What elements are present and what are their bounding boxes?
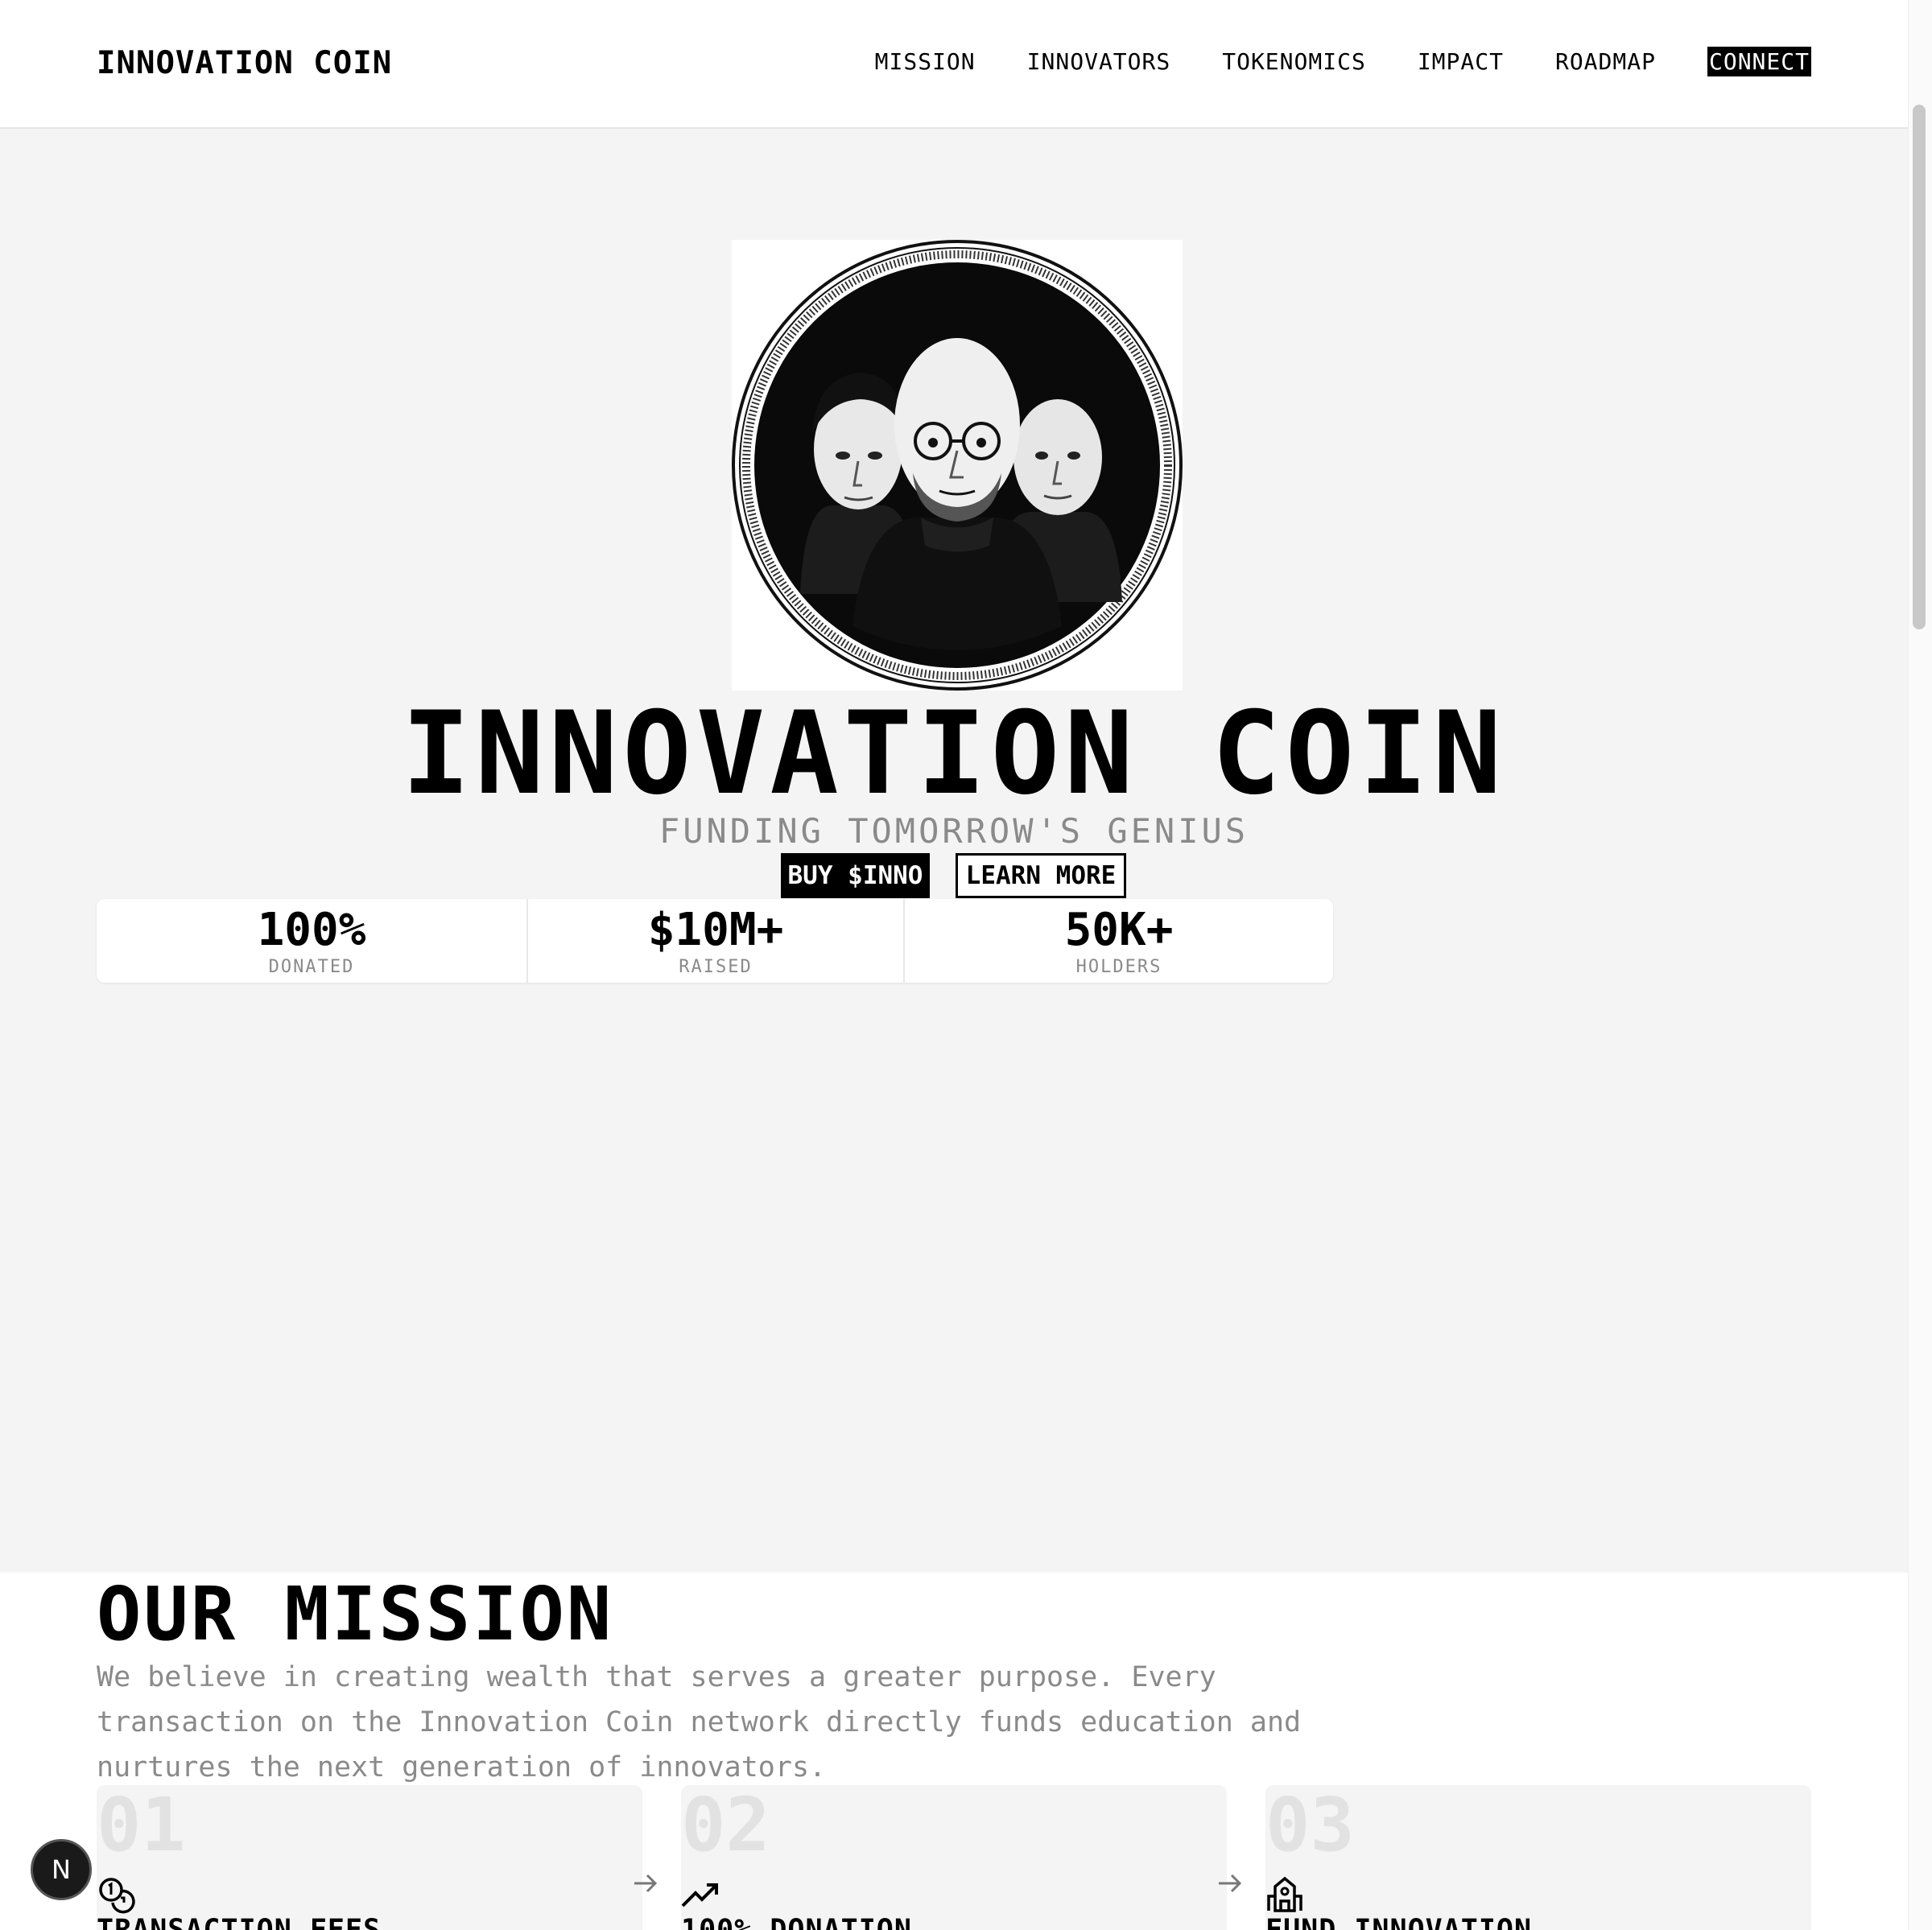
coin-portraits-image	[732, 240, 1183, 691]
step-title: TRANSACTION FEES	[97, 1914, 382, 1930]
nav-link-innovators[interactable]: INNOVATORS	[1027, 48, 1171, 75]
stat-label: DONATED	[268, 956, 355, 977]
learn-more-button[interactable]: LEARN MORE	[956, 853, 1126, 898]
buy-inno-button[interactable]: BUY $INNO	[781, 853, 930, 898]
stat-value: 100%	[257, 903, 366, 956]
nav-link-tokenomics[interactable]: TOKENOMICS	[1222, 48, 1366, 75]
hero-subtitle: FUNDING TOMORROW'S GENIUS	[658, 811, 1249, 851]
connect-button[interactable]: CONNECT	[1707, 47, 1811, 76]
mission-title: OUR MISSION	[97, 1571, 614, 1657]
step-title: 100% DONATION	[681, 1914, 912, 1930]
stat-label: RAISED	[679, 956, 753, 977]
arrow-right-icon	[634, 1874, 658, 1893]
mission-step-1: 01 TRANSACTION FEES	[97, 1785, 642, 1930]
step-number: 02	[681, 1785, 770, 1868]
stat-holders: 50K+ HOLDERS	[903, 899, 1333, 983]
step-title: FUND INNOVATION	[1265, 1914, 1533, 1930]
step-number: 01	[97, 1785, 186, 1868]
stat-donated: 100% DONATED	[97, 899, 526, 983]
nav-link-roadmap[interactable]: ROADMAP	[1555, 48, 1656, 75]
stat-value: $10M+	[647, 903, 784, 956]
scrollbar-thumb[interactable]	[1913, 105, 1926, 629]
coin-graphic	[732, 240, 1183, 691]
mission-step-2: 02 100% DONATION	[681, 1785, 1227, 1930]
stat-value: 50K+	[1064, 903, 1174, 956]
hero-title: INNOVATION COIN	[401, 687, 1507, 820]
step-number: 03	[1265, 1785, 1355, 1868]
mission-text: We believe in creating wealth that serve…	[97, 1661, 1302, 1784]
brand-logo[interactable]: INNOVATION COIN	[97, 45, 392, 81]
mission-step-3: 03 FUND INNOVATION	[1265, 1785, 1811, 1930]
stat-raised: $10M+ RAISED	[526, 899, 903, 983]
next-logo-icon[interactable]: N	[31, 1839, 92, 1900]
nav-link-mission[interactable]: MISSION	[875, 48, 976, 75]
stats-bar: 100% DONATED $10M+ RAISED 50K+ HOLDERS	[97, 899, 1333, 983]
arrow-right-icon	[1219, 1874, 1242, 1893]
top-navbar: INNOVATION COIN MISSION INNOVATORS TOKEN…	[0, 0, 1908, 129]
nav-links: MISSION INNOVATORS TOKENOMICS IMPACT ROA…	[824, 47, 1811, 76]
nav-link-impact[interactable]: IMPACT	[1418, 48, 1504, 75]
stat-label: HOLDERS	[1075, 956, 1162, 977]
